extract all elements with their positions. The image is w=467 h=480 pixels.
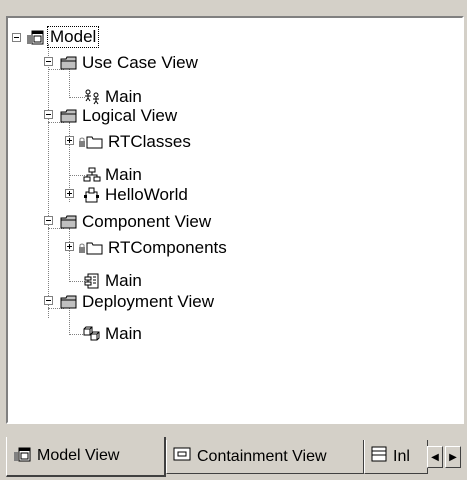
folder-icon — [60, 294, 78, 310]
chevron-left-icon: ◀ — [431, 451, 439, 463]
tree-item-model[interactable]: Model — [26, 24, 100, 50]
folder-icon — [60, 214, 78, 230]
tree-item-deployment-view[interactable]: Deployment View — [60, 289, 214, 315]
tab-label: Inl — [393, 447, 410, 465]
lock-icon — [78, 134, 86, 150]
tree-item-rtclasses[interactable]: RTClasses — [78, 129, 191, 155]
class-diagram-icon — [83, 167, 101, 183]
collapse-model-toggle[interactable] — [12, 33, 21, 42]
capsule-icon — [83, 187, 101, 203]
tree-item-logical-view[interactable]: Logical View — [60, 103, 177, 129]
view-tab-strip: Model View Containment View Inl ◀ ▶ — [6, 437, 467, 480]
expand-helloworld-toggle[interactable] — [65, 189, 74, 198]
expand-rtclasses-toggle[interactable] — [65, 136, 74, 145]
tree-item-label: Component View — [82, 212, 212, 231]
tree-item-use-case-view[interactable]: Use Case View — [60, 50, 198, 76]
tree-item-rtcomponents[interactable]: RTComponents — [78, 235, 227, 261]
model-view-icon — [13, 446, 31, 467]
tree-connector — [69, 228, 70, 282]
tab-containment-view[interactable]: Containment View — [166, 440, 364, 474]
tree-item-label: RTComponents — [108, 238, 227, 257]
tab-scroll-left-button[interactable]: ◀ — [427, 446, 443, 468]
tab-label: Containment View — [197, 447, 327, 465]
collapse-use-case-view-toggle[interactable] — [44, 57, 53, 66]
model-tree-panel[interactable]: Model Use Case View Main Logical View RT… — [6, 16, 464, 424]
model-tree[interactable]: Model Use Case View Main Logical View RT… — [8, 18, 462, 422]
tab-inheritance-view[interactable]: Inl — [364, 440, 428, 474]
collapse-component-view-toggle[interactable] — [44, 216, 53, 225]
tree-item-label: Deployment View — [82, 292, 214, 311]
tree-item-label: Model — [46, 26, 100, 48]
chevron-right-icon: ▶ — [449, 451, 457, 463]
tree-item-label: Main — [105, 324, 142, 343]
component-diagram-icon — [83, 273, 101, 289]
folder-icon — [60, 108, 78, 124]
package-icon — [86, 240, 104, 256]
expand-rtcomponents-toggle[interactable] — [65, 242, 74, 251]
tab-scroll-right-button[interactable]: ▶ — [445, 446, 461, 468]
tree-item-label: HelloWorld — [105, 185, 188, 204]
tree-item-helloworld[interactable]: HelloWorld — [83, 182, 188, 208]
lock-icon — [78, 240, 86, 256]
collapse-logical-view-toggle[interactable] — [44, 110, 53, 119]
tree-item-component-view[interactable]: Component View — [60, 209, 211, 235]
tab-label: Model View — [37, 447, 120, 464]
inheritance-view-icon — [371, 446, 387, 467]
model-package-icon — [26, 29, 44, 45]
package-icon — [86, 134, 104, 150]
tree-item-label: RTClasses — [108, 132, 191, 151]
tree-item-deployment-main[interactable]: Main — [83, 321, 142, 347]
containment-view-icon — [173, 447, 191, 466]
deployment-diagram-icon — [83, 326, 101, 342]
tree-connector — [48, 44, 49, 318]
tree-item-label: Use Case View — [82, 53, 198, 72]
tab-model-view[interactable]: Model View — [6, 437, 166, 477]
tree-item-label: Logical View — [82, 106, 178, 125]
tree-item-label: Main — [105, 271, 142, 290]
collapse-deployment-view-toggle[interactable] — [44, 296, 53, 305]
folder-icon — [60, 55, 78, 71]
